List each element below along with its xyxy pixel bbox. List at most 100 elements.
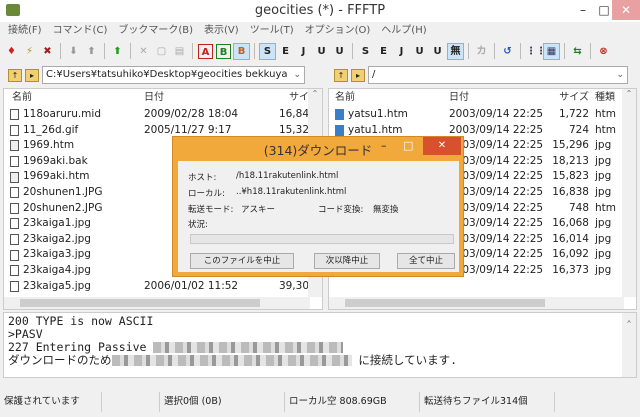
column-date[interactable]: 日付 bbox=[144, 89, 254, 107]
jis-icon[interactable]: J bbox=[296, 44, 311, 59]
file-name: 1969.htm bbox=[23, 139, 75, 152]
menu-command[interactable]: コマンド(C) bbox=[53, 22, 108, 39]
no-convert-icon[interactable]: 無 bbox=[447, 42, 464, 60]
connect-icon[interactable]: ♦ bbox=[4, 44, 19, 59]
file-name: yatsu1.htm bbox=[348, 108, 408, 120]
detail-view-icon[interactable]: ▦ bbox=[543, 42, 560, 60]
column-name[interactable]: 名前 bbox=[329, 89, 449, 107]
table-row[interactable]: yatsu1.htm 2003/09/14 22:25 1,722 htm bbox=[329, 107, 636, 123]
menu-bookmark[interactable]: ブックマーク(B) bbox=[118, 22, 193, 39]
log-text: に接続しています. bbox=[351, 353, 458, 367]
menu-tools[interactable]: ツール(T) bbox=[250, 22, 294, 39]
local-path-text: C:¥Users¥tatsuhiko¥Desktop¥geocities bek… bbox=[46, 69, 288, 80]
upload-icon[interactable]: ⬆ bbox=[84, 44, 99, 59]
table-row[interactable]: 23kaiga5.jpg 2006/01/02 11:52 39,30 bbox=[4, 279, 322, 295]
file-type: jpg bbox=[595, 263, 612, 276]
separator bbox=[104, 43, 105, 59]
local-label: ローカル: bbox=[188, 189, 225, 199]
file-size: 16,068 bbox=[552, 217, 589, 230]
file-type: jpg bbox=[595, 217, 612, 230]
folder-open-icon[interactable]: ▸ bbox=[25, 68, 39, 82]
separator bbox=[564, 43, 565, 59]
menu-options[interactable]: オプション(O) bbox=[305, 22, 371, 39]
file-type: jpg bbox=[595, 185, 612, 198]
stop-icon[interactable]: ⊗ bbox=[596, 44, 611, 59]
mirror-upload-icon[interactable]: ⬆ bbox=[110, 44, 125, 59]
column-size[interactable]: サイ bbox=[254, 89, 309, 107]
document-icon bbox=[10, 140, 19, 152]
quick-connect-icon[interactable]: ⚡ bbox=[22, 44, 37, 59]
delete-icon[interactable]: ✕ bbox=[136, 44, 151, 59]
file-name: 118oaruru.mid bbox=[23, 108, 101, 120]
separator bbox=[494, 43, 495, 59]
sync-icon[interactable]: ⇆ bbox=[570, 44, 585, 59]
remote-utf8-icon[interactable]: U bbox=[412, 44, 427, 59]
refresh-icon[interactable]: ↺ bbox=[500, 44, 515, 59]
minimize-button[interactable]: – bbox=[572, 0, 594, 20]
dialog-title: (314)ダウンロード bbox=[263, 143, 373, 158]
close-button[interactable]: ✕ bbox=[612, 0, 640, 20]
horizontal-scrollbar[interactable] bbox=[329, 297, 624, 309]
column-type[interactable]: 種類 bbox=[589, 89, 624, 107]
chevron-down-icon[interactable]: ⌄ bbox=[616, 67, 624, 83]
file-size: 16,838 bbox=[552, 185, 589, 198]
menu-help[interactable]: ヘルプ(H) bbox=[381, 22, 426, 39]
file-size: 16,84 bbox=[278, 108, 309, 120]
file-name: 1969aki.bak bbox=[23, 154, 88, 167]
table-row[interactable]: 118oaruru.mid 2009/02/28 18:04 16,84 bbox=[4, 107, 322, 123]
log-scrollbar[interactable]: ⌃ bbox=[622, 313, 636, 377]
separator bbox=[60, 43, 61, 59]
log-area[interactable]: 200 TYPE is now ASCII >PASV 227 Entering… bbox=[3, 312, 637, 378]
file-icon bbox=[10, 249, 19, 261]
name-cell: 118oaruru.mid bbox=[4, 107, 144, 123]
folder-up-icon[interactable]: ↑ bbox=[8, 68, 22, 82]
status-protect: 保護されています bbox=[0, 392, 102, 412]
menu-bar: 接続(F) コマンド(C) ブックマーク(B) 表示(V) ツール(T) オプシ… bbox=[0, 22, 640, 39]
file-icon bbox=[10, 234, 19, 246]
remote-path-input[interactable]: / ⌄ bbox=[368, 66, 628, 84]
file-name: 1969aki.htm bbox=[23, 170, 90, 183]
sjis-icon[interactable]: S bbox=[259, 42, 276, 60]
remote-jis-icon[interactable]: J bbox=[394, 44, 409, 59]
ascii-mode-icon[interactable]: A bbox=[198, 43, 213, 59]
file-name: 23kaiga3.jpg bbox=[23, 248, 91, 261]
mkdir-icon[interactable]: ▤ bbox=[172, 44, 187, 59]
horizontal-scrollbar[interactable] bbox=[4, 297, 310, 309]
column-size[interactable]: サイズ bbox=[544, 89, 589, 107]
remote-euc-icon[interactable]: E bbox=[376, 44, 391, 59]
utf8-icon[interactable]: U bbox=[314, 44, 329, 59]
chevron-down-icon[interactable]: ⌄ bbox=[293, 67, 301, 83]
auto-mode-icon[interactable]: B bbox=[233, 42, 250, 60]
dialog-close-button[interactable]: ✕ bbox=[423, 137, 461, 155]
menu-connect[interactable]: 接続(F) bbox=[8, 22, 42, 39]
remote-sjis-icon[interactable]: S bbox=[358, 44, 373, 59]
rename-icon[interactable]: ▢ bbox=[154, 44, 169, 59]
remote-utf8-bom-icon[interactable]: U bbox=[430, 44, 445, 59]
cancel-all-button[interactable]: 全て中止 bbox=[397, 253, 455, 269]
binary-mode-icon[interactable]: B bbox=[216, 43, 231, 59]
name-cell: 1969aki.htm bbox=[4, 169, 144, 185]
file-type: htm bbox=[595, 201, 616, 214]
log-line: 200 TYPE is now ASCII bbox=[8, 314, 154, 328]
euc-icon[interactable]: E bbox=[278, 44, 293, 59]
local-path-input[interactable]: C:¥Users¥tatsuhiko¥Desktop¥geocities bek… bbox=[42, 66, 305, 84]
dialog-minimize-button[interactable]: – bbox=[381, 139, 387, 152]
vertical-scrollbar[interactable]: ⌃ bbox=[622, 89, 636, 297]
menu-view[interactable]: 表示(V) bbox=[204, 22, 239, 39]
file-size: 16,373 bbox=[552, 263, 589, 276]
folder-open-icon[interactable]: ▸ bbox=[351, 68, 365, 82]
download-icon[interactable]: ⬇ bbox=[66, 44, 81, 59]
remote-path-text: / bbox=[372, 69, 376, 80]
cancel-file-button[interactable]: このファイルを中止 bbox=[190, 253, 294, 269]
kana-icon[interactable]: カ bbox=[474, 44, 489, 59]
column-date[interactable]: 日付 bbox=[449, 89, 544, 107]
disconnect-icon[interactable]: ✖ bbox=[40, 44, 55, 59]
folder-up-icon[interactable]: ↑ bbox=[334, 68, 348, 82]
maximize-button[interactable]: □ bbox=[596, 0, 612, 20]
cancel-subsequent-button[interactable]: 次以降中止 bbox=[314, 253, 380, 269]
utf8-bom-icon[interactable]: U bbox=[332, 44, 347, 59]
list-view-icon[interactable]: ⋮⋮ bbox=[526, 44, 546, 59]
file-icon bbox=[10, 187, 19, 199]
column-name[interactable]: 名前 bbox=[4, 89, 144, 107]
dialog-maximize-button[interactable]: □ bbox=[403, 139, 413, 152]
